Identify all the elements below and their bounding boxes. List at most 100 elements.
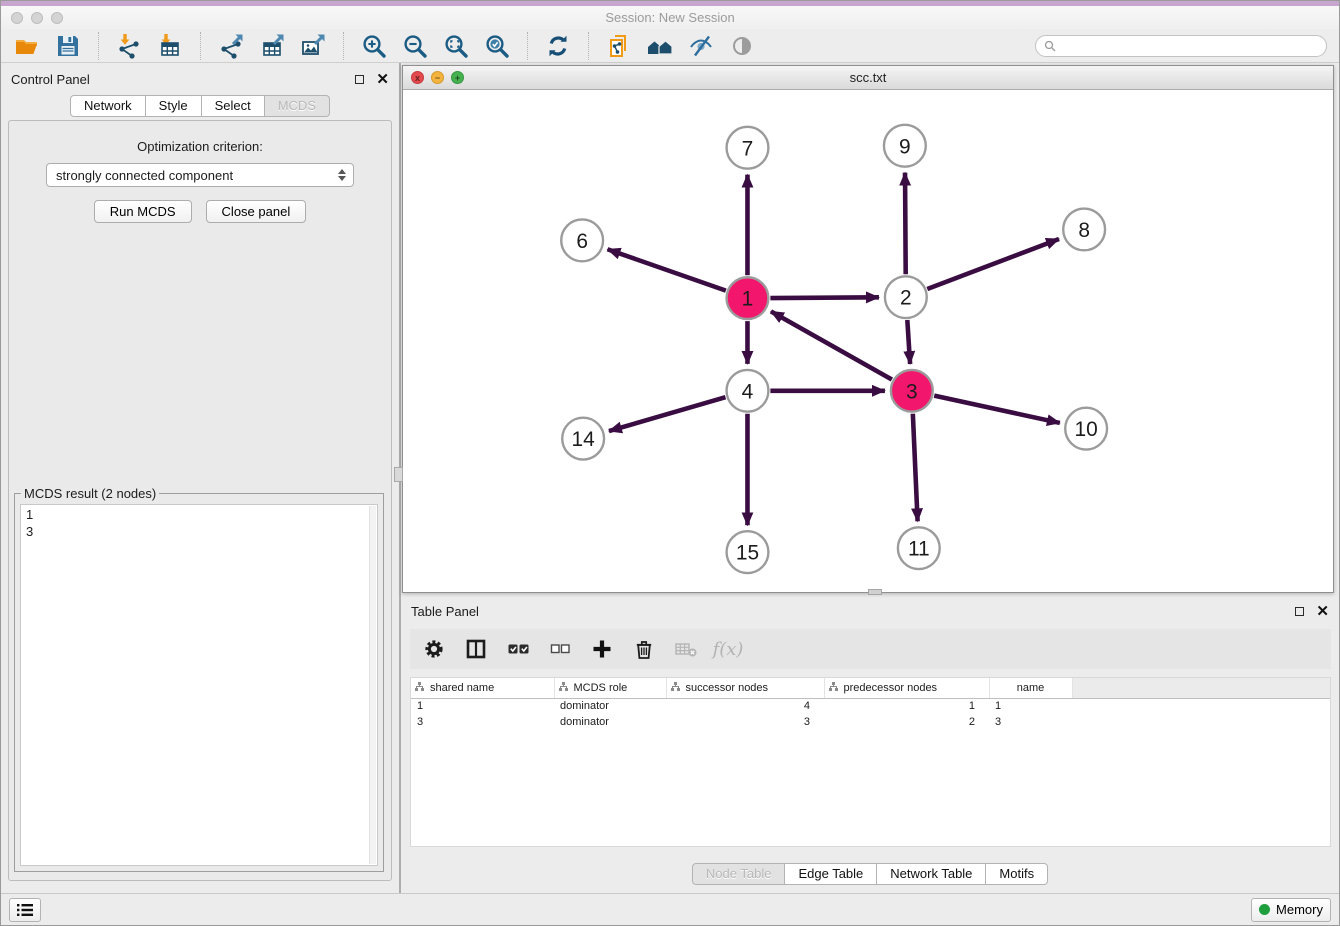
- splitter-handle[interactable]: [394, 467, 403, 482]
- main-toolbar: [1, 29, 1339, 63]
- node-table[interactable]: shared nameMCDS rolesuccessor nodesprede…: [410, 677, 1331, 847]
- mcds-result-list[interactable]: 13: [20, 504, 378, 866]
- table-float-icon[interactable]: [1295, 607, 1304, 616]
- add-icon[interactable]: [590, 637, 614, 661]
- edge-4-14[interactable]: [609, 397, 726, 431]
- edge-3-1[interactable]: [771, 311, 892, 379]
- node-2[interactable]: 2: [885, 276, 927, 318]
- task-history-button[interactable]: [9, 898, 41, 922]
- memory-button[interactable]: Memory: [1251, 898, 1331, 922]
- tab-style[interactable]: Style: [146, 95, 202, 117]
- table-panel: Table Panel ✕ f(x) shared nameMCDS roles…: [401, 595, 1339, 893]
- svg-text:8: 8: [1078, 219, 1090, 242]
- edge-3-10[interactable]: [934, 396, 1060, 423]
- node-7[interactable]: 7: [727, 127, 769, 169]
- cell-filler: [1072, 698, 1330, 714]
- tab-edge-table[interactable]: Edge Table: [785, 863, 877, 885]
- cell-successor-nodes[interactable]: 3: [666, 714, 824, 730]
- run-mcds-button[interactable]: Run MCDS: [94, 200, 192, 223]
- tab-network[interactable]: Network: [70, 95, 146, 117]
- column-header-predecessor-nodes[interactable]: predecessor nodes: [824, 678, 989, 698]
- network-graph[interactable]: 7 9 6 8 1 2 4 3 14 10 15 11: [403, 90, 1333, 592]
- zoom-selected-icon[interactable]: [483, 33, 511, 59]
- node-10[interactable]: 10: [1065, 408, 1107, 450]
- svg-text:15: 15: [736, 542, 759, 565]
- tab-node-table[interactable]: Node Table: [692, 863, 786, 885]
- svg-text:11: 11: [908, 538, 930, 561]
- edge-2-3[interactable]: [907, 320, 910, 364]
- export-table-icon[interactable]: [258, 33, 286, 59]
- cell-successor-nodes[interactable]: 4: [666, 698, 824, 714]
- cell-shared-name[interactable]: 3: [411, 714, 554, 730]
- column-header-shared-name[interactable]: shared name: [411, 678, 554, 698]
- network-window-titlebar[interactable]: x − + scc.txt: [403, 66, 1333, 90]
- table-row[interactable]: 1dominator411: [411, 698, 1330, 714]
- node-4[interactable]: 4: [727, 370, 769, 412]
- export-network-icon[interactable]: [217, 33, 245, 59]
- cell-MCDS-role[interactable]: dominator: [554, 698, 666, 714]
- mcds-result-legend: MCDS result (2 nodes): [21, 486, 159, 501]
- cell-name[interactable]: 1: [989, 698, 1072, 714]
- column-header-successor-nodes[interactable]: successor nodes: [666, 678, 824, 698]
- cell-predecessor-nodes[interactable]: 1: [824, 698, 989, 714]
- show-details-icon: [728, 33, 756, 59]
- network-canvas[interactable]: 7 9 6 8 1 2 4 3 14 10 15 11: [403, 90, 1333, 592]
- edge-2-8[interactable]: [927, 239, 1059, 289]
- table-row[interactable]: 3dominator323: [411, 714, 1330, 730]
- control-panel-header: Control Panel ✕: [1, 63, 399, 95]
- zoom-in-icon[interactable]: [360, 33, 388, 59]
- edge-3-11[interactable]: [913, 414, 918, 522]
- refresh-layout-icon[interactable]: [544, 33, 572, 59]
- trash-icon[interactable]: [632, 637, 656, 661]
- home-icon[interactable]: [646, 33, 674, 59]
- node-14[interactable]: 14: [562, 418, 604, 460]
- zoom-fit-icon[interactable]: [442, 33, 470, 59]
- close-panel-icon[interactable]: ✕: [376, 72, 389, 87]
- search-box[interactable]: [1035, 35, 1327, 57]
- float-panel-icon[interactable]: [355, 75, 364, 84]
- tab-mcds[interactable]: MCDS: [265, 95, 330, 117]
- cell-MCDS-role[interactable]: dominator: [554, 714, 666, 730]
- duplicate-network-icon[interactable]: [605, 33, 633, 59]
- edge-1-6[interactable]: [608, 249, 726, 290]
- cell-name[interactable]: 3: [989, 714, 1072, 730]
- gear-icon[interactable]: [422, 637, 446, 661]
- hide-details-icon[interactable]: [687, 33, 715, 59]
- node-8[interactable]: 8: [1063, 209, 1105, 251]
- svg-text:9: 9: [899, 135, 911, 158]
- criterion-select[interactable]: strongly connected component: [46, 163, 354, 187]
- export-image-icon[interactable]: [299, 33, 327, 59]
- import-table-icon[interactable]: [156, 33, 184, 59]
- search-input[interactable]: [1061, 39, 1318, 53]
- column-header-MCDS-role[interactable]: MCDS role: [554, 678, 666, 698]
- node-1[interactable]: 1: [727, 277, 769, 319]
- close-panel-button[interactable]: Close panel: [206, 200, 307, 223]
- open-session-icon[interactable]: [13, 33, 41, 59]
- status-bar: Memory: [1, 893, 1339, 925]
- cell-predecessor-nodes[interactable]: 2: [824, 714, 989, 730]
- node-11[interactable]: 11: [898, 527, 940, 569]
- edge-2-9[interactable]: [905, 173, 906, 275]
- table-toolbar: f(x): [410, 629, 1331, 669]
- result-scrollbar[interactable]: [369, 506, 376, 864]
- node-15[interactable]: 15: [727, 531, 769, 573]
- svg-text:1: 1: [742, 288, 754, 311]
- column-header-name[interactable]: name: [989, 678, 1072, 698]
- table-close-icon[interactable]: ✕: [1316, 604, 1329, 619]
- optimization-label: Optimization criterion:: [9, 139, 391, 154]
- tab-motifs[interactable]: Motifs: [986, 863, 1048, 885]
- edge-1-2[interactable]: [770, 297, 879, 298]
- select-all-icon[interactable]: [506, 637, 530, 661]
- node-9[interactable]: 9: [884, 125, 926, 167]
- columns-icon[interactable]: [464, 637, 488, 661]
- tab-select[interactable]: Select: [202, 95, 265, 117]
- tab-network-table[interactable]: Network Table: [877, 863, 986, 885]
- deselect-all-icon[interactable]: [548, 637, 572, 661]
- mcds-result-line: 3: [26, 523, 372, 540]
- zoom-out-icon[interactable]: [401, 33, 429, 59]
- save-session-icon[interactable]: [54, 33, 82, 59]
- node-6[interactable]: 6: [561, 219, 603, 261]
- cell-shared-name[interactable]: 1: [411, 698, 554, 714]
- import-network-icon[interactable]: [115, 33, 143, 59]
- node-3[interactable]: 3: [891, 370, 933, 412]
